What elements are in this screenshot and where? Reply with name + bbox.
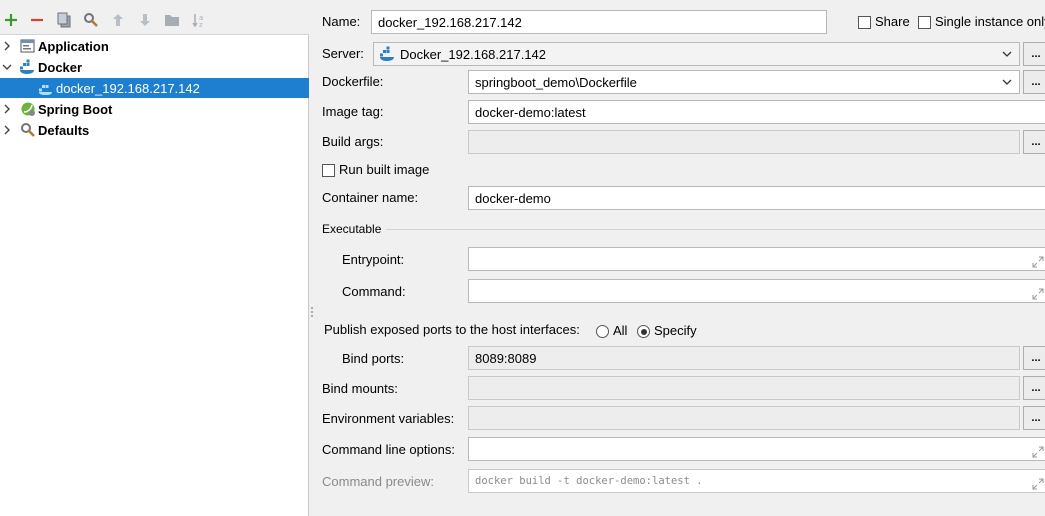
env-vars-browse-button[interactable]: ... <box>1023 406 1045 430</box>
build-args-input[interactable] <box>468 130 1020 154</box>
single-instance-checkbox[interactable] <box>918 16 931 29</box>
cmd-options-input[interactable] <box>468 437 1045 461</box>
expand-icon[interactable] <box>1032 446 1044 458</box>
tree-item-defaults[interactable]: Defaults <box>0 120 309 140</box>
bind-mounts-browse-button[interactable]: ... <box>1023 376 1045 400</box>
entrypoint-label: Entrypoint: <box>342 252 405 267</box>
cmd-options-label: Command line options: <box>322 442 455 457</box>
docker-icon <box>20 59 36 75</box>
chevron-down-icon[interactable] <box>2 62 12 72</box>
dockerfile-dropdown[interactable]: springboot_demo\Dockerfile <box>468 70 1020 94</box>
all-radio[interactable] <box>596 325 609 338</box>
chevron-right-icon[interactable] <box>2 104 12 114</box>
bind-mounts-label: Bind mounts: <box>322 381 398 396</box>
container-name-label: Container name: <box>322 190 419 205</box>
folder-icon[interactable] <box>164 12 180 28</box>
defaults-icon <box>20 122 36 138</box>
chevron-right-icon[interactable] <box>2 41 12 51</box>
tree-item-docker-config[interactable]: docker_192.168.217.142 <box>0 78 309 98</box>
run-built-image-checkbox[interactable] <box>322 164 335 177</box>
expand-icon[interactable] <box>1032 288 1044 300</box>
all-radio-label: All <box>613 323 628 338</box>
tree-toolbar: az <box>0 0 309 35</box>
remove-icon[interactable] <box>29 12 45 28</box>
edit-defaults-icon[interactable] <box>83 12 99 28</box>
specify-radio[interactable] <box>637 325 650 338</box>
server-browse-button[interactable]: ... <box>1023 42 1045 66</box>
name-input[interactable]: docker_192.168.217.142 <box>371 10 827 34</box>
server-label: Server: <box>322 46 364 61</box>
configuration-form: Name: docker_192.168.217.142 Share Singl… <box>310 0 1045 516</box>
run-configurations-panel: az Application Docker docker_192.168.217… <box>0 0 309 516</box>
add-icon[interactable] <box>3 12 19 28</box>
entrypoint-input[interactable] <box>468 247 1045 271</box>
move-down-icon[interactable] <box>137 12 153 28</box>
image-tag-input[interactable]: docker-demo:latest <box>468 100 1045 124</box>
tree-item-spring-boot[interactable]: Spring Boot <box>0 99 309 119</box>
run-built-image-label: Run built image <box>339 162 430 177</box>
single-instance-label: Single instance only <box>935 14 1045 29</box>
env-vars-label: Environment variables: <box>322 411 455 426</box>
tree-item-application[interactable]: Application <box>0 36 309 56</box>
expand-icon[interactable] <box>1032 478 1044 490</box>
command-label: Command: <box>342 284 406 299</box>
chevron-right-icon[interactable] <box>2 125 12 135</box>
chevron-down-icon <box>1001 76 1013 88</box>
tree-item-docker[interactable]: Docker <box>0 57 309 77</box>
tree-item-label: Application <box>38 38 109 54</box>
name-label: Name: <box>322 14 361 29</box>
bind-mounts-input[interactable] <box>468 376 1020 400</box>
spring-boot-icon <box>20 101 36 117</box>
image-tag-label: Image tag: <box>322 104 384 119</box>
share-label: Share <box>875 14 910 29</box>
move-up-icon[interactable] <box>110 12 126 28</box>
application-icon <box>20 38 36 54</box>
tree-item-label: docker_192.168.217.142 <box>56 80 200 96</box>
section-divider <box>386 229 1045 230</box>
bind-ports-browse-button[interactable]: ... <box>1023 346 1045 370</box>
bind-ports-label: Bind ports: <box>342 351 405 366</box>
executable-section-label: Executable <box>322 222 382 236</box>
publish-ports-label: Publish exposed ports to the host interf… <box>324 322 580 337</box>
expand-icon[interactable] <box>1032 256 1044 268</box>
build-args-label: Build args: <box>322 134 384 149</box>
copy-icon[interactable] <box>56 12 72 28</box>
bind-ports-input[interactable]: 8089:8089 <box>468 346 1020 370</box>
specify-radio-label: Specify <box>654 323 697 338</box>
tree-item-label: Docker <box>38 59 83 75</box>
docker-icon <box>380 46 396 62</box>
tree-item-label: Spring Boot <box>38 101 113 117</box>
cmd-preview-label: Command preview: <box>322 474 434 489</box>
command-input[interactable] <box>468 279 1045 303</box>
share-checkbox[interactable] <box>858 16 871 29</box>
dockerfile-label: Dockerfile: <box>322 74 384 89</box>
cmd-preview-field: docker build -t docker-demo:latest . <box>468 469 1045 493</box>
container-name-input[interactable]: docker-demo <box>468 186 1045 210</box>
sort-icon[interactable]: az <box>191 12 207 28</box>
docker-config-icon <box>38 80 54 96</box>
tree-item-label: Defaults <box>38 122 90 138</box>
env-vars-input[interactable] <box>468 406 1020 430</box>
dockerfile-browse-button[interactable]: ... <box>1023 70 1045 94</box>
server-dropdown[interactable]: Docker_192.168.217.142 <box>373 42 1020 66</box>
build-args-browse-button[interactable]: ... <box>1023 130 1045 154</box>
chevron-down-icon <box>1001 48 1013 60</box>
svg-text:z: z <box>199 21 203 28</box>
